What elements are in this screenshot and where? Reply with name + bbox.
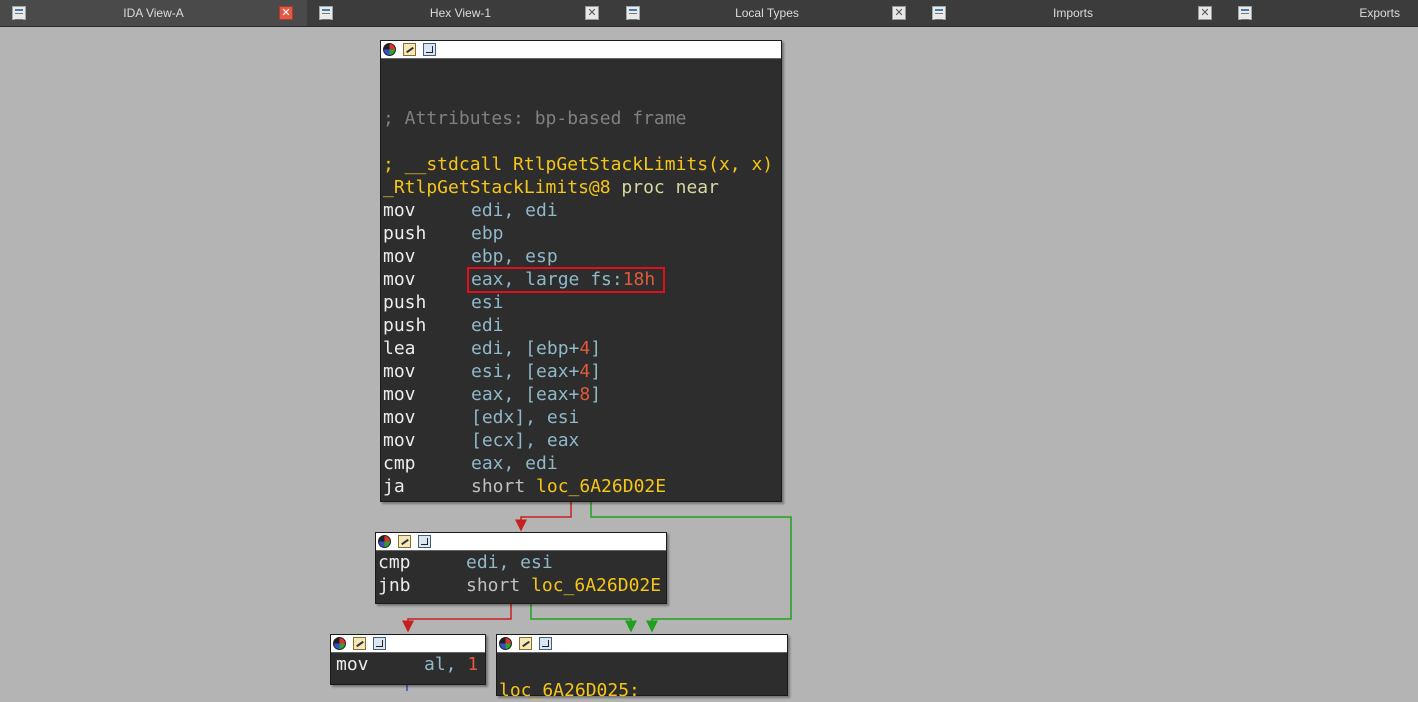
mnemonic: mov — [336, 654, 369, 675]
proc-name[interactable]: _RtlpGetStackLimits@8 — [383, 177, 611, 198]
node-color-icon[interactable] — [378, 535, 391, 548]
operands-end: ] — [590, 338, 602, 359]
mnemonic: mov — [383, 246, 416, 267]
mnemonic: mov — [383, 384, 416, 405]
group-nodes-icon[interactable] — [423, 43, 436, 56]
operand-short: short — [471, 476, 537, 497]
instruction-line[interactable]: push esi — [383, 291, 781, 314]
mnemonic: ja — [383, 476, 405, 497]
operands-end: ] — [590, 361, 602, 382]
mnemonic: jnb — [378, 575, 411, 596]
mnemonic: lea — [383, 338, 416, 359]
instruction-line[interactable]: mov [ecx], eax — [383, 429, 781, 452]
rename-icon[interactable] — [403, 43, 416, 56]
edge-true — [530, 603, 637, 633]
operands: edi — [471, 315, 504, 336]
operand-number: 1 — [467, 654, 479, 675]
rename-icon[interactable] — [353, 637, 366, 650]
node-header — [376, 533, 666, 551]
node-color-icon[interactable] — [333, 637, 346, 650]
instruction-line[interactable]: cmp edi, esi — [378, 551, 666, 574]
function-signature: ; __stdcall RtlpGetStackLimits(x, x) — [383, 154, 774, 175]
mnemonic: mov — [383, 200, 416, 221]
graph-node-mov[interactable]: mov al, 1 — [330, 634, 486, 685]
operands: [edx], esi — [471, 407, 580, 428]
instruction-line[interactable]: mov eax, [eax+8] — [383, 383, 781, 406]
operands: edi, esi — [466, 552, 553, 573]
node-color-icon[interactable] — [383, 43, 396, 56]
mnemonic: cmp — [378, 552, 411, 573]
instruction-line[interactable]: push edi — [383, 314, 781, 337]
operands: esi, [eax+ — [471, 361, 580, 382]
operands: eax, edi — [471, 453, 558, 474]
instruction-line[interactable]: ja short loc_6A26D02E — [383, 475, 781, 498]
jump-target-label[interactable]: loc_6A26D02E — [531, 575, 661, 596]
instruction-line[interactable]: cmp eax, edi — [383, 452, 781, 475]
operands: al, — [424, 654, 468, 675]
graph-node-cmp[interactable]: cmp edi, esi jnb short loc_6A26D02E — [375, 532, 667, 604]
instruction-line[interactable]: mov edi, edi — [383, 199, 781, 222]
operand-number: 4 — [579, 361, 591, 382]
group-nodes-icon[interactable] — [539, 637, 552, 650]
graph-node-loc[interactable]: loc_6A26D025: — [496, 634, 788, 701]
operand-short: short — [466, 575, 532, 596]
proc-declaration: _RtlpGetStackLimits@8 proc near — [383, 176, 781, 199]
mnemonic: push — [383, 315, 427, 336]
operand-number: 8 — [579, 384, 591, 405]
proc-keyword: proc near — [621, 177, 719, 198]
operands-end: ] — [590, 384, 602, 405]
instruction-line[interactable]: mov [edx], esi — [383, 406, 781, 429]
instruction-line[interactable]: mov ebp, esp — [383, 245, 781, 268]
mnemonic: mov — [383, 430, 416, 451]
operands: edi, edi — [471, 200, 558, 221]
operand-highlight-box — [467, 267, 665, 293]
node-color-icon[interactable] — [499, 637, 512, 650]
node-header — [331, 635, 485, 653]
mnemonic: push — [383, 292, 427, 313]
mnemonic: mov — [383, 361, 416, 382]
instruction-line[interactable]: push ebp — [383, 222, 781, 245]
operands: eax, [eax+ — [471, 384, 580, 405]
node-header — [381, 41, 781, 59]
mnemonic: cmp — [383, 453, 416, 474]
node-header — [497, 635, 787, 653]
group-nodes-icon[interactable] — [418, 535, 431, 548]
mnemonic: mov — [383, 407, 416, 428]
operands: esi — [471, 292, 504, 313]
operand-number: 4 — [579, 338, 591, 359]
instruction-line[interactable]: mov al, 1 — [336, 653, 485, 676]
instruction-line[interactable]: jnb short loc_6A26D02E — [378, 574, 666, 597]
operands: ebp — [471, 223, 504, 244]
operands: [ecx], eax — [471, 430, 580, 451]
mnemonic: mov — [383, 269, 416, 290]
operands: edi, [ebp+ — [471, 338, 580, 359]
rename-icon[interactable] — [519, 637, 532, 650]
instruction-line[interactable]: mov esi, [eax+4] — [383, 360, 781, 383]
group-nodes-icon[interactable] — [373, 637, 386, 650]
mnemonic: push — [383, 223, 427, 244]
attributes-comment: ; Attributes: bp-based frame — [383, 108, 687, 129]
edge-false — [515, 502, 572, 532]
operands: ebp, esp — [471, 246, 558, 267]
jump-target-label[interactable]: loc_6A26D02E — [536, 476, 666, 497]
instruction-line[interactable]: lea edi, [ebp+4] — [383, 337, 781, 360]
rename-icon[interactable] — [398, 535, 411, 548]
edge-false — [402, 603, 512, 633]
